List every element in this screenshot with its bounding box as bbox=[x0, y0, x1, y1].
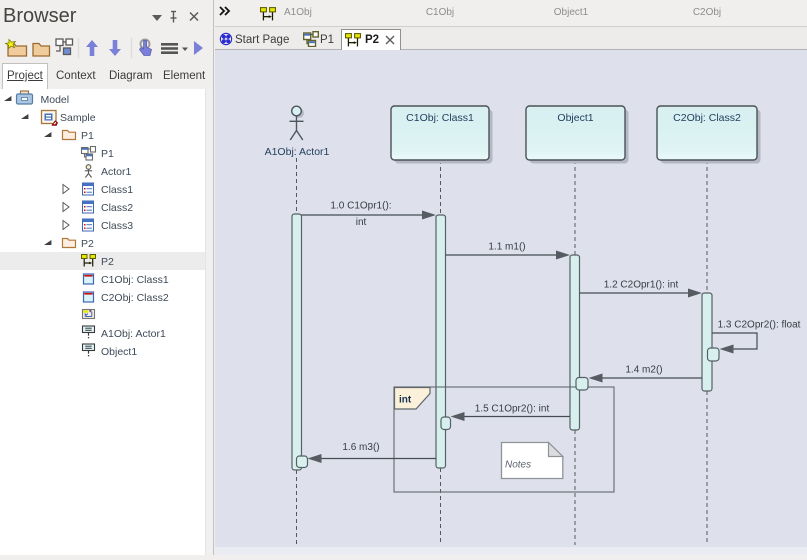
svg-text:1.5 C1Opr2(): int: 1.5 C1Opr2(): int bbox=[475, 404, 550, 415]
svg-text:Class3: Class3 bbox=[101, 220, 133, 232]
svg-text:A1Obj: Actor1: A1Obj: Actor1 bbox=[265, 146, 330, 158]
svg-text:P1: P1 bbox=[101, 148, 114, 160]
svg-text:1.4 m2(): 1.4 m2() bbox=[625, 365, 662, 376]
svg-text:1.1 m1(): 1.1 m1() bbox=[488, 242, 525, 253]
svg-text:1.6 m3(): 1.6 m3() bbox=[342, 442, 379, 453]
svg-text:C2Obj: Class2: C2Obj: Class2 bbox=[101, 292, 169, 304]
svg-text:Sample: Sample bbox=[60, 112, 96, 124]
svg-text:C1Obj: Class1: C1Obj: Class1 bbox=[101, 274, 169, 286]
svg-text:int: int bbox=[399, 395, 412, 406]
svg-text:Model: Model bbox=[41, 94, 70, 106]
svg-text:A1Obj: Actor1: A1Obj: Actor1 bbox=[101, 328, 166, 340]
svg-text:Notes: Notes bbox=[505, 460, 531, 471]
svg-text:P2: P2 bbox=[81, 238, 94, 250]
svg-text:Class1: Class1 bbox=[101, 184, 133, 196]
svg-text:Actor1: Actor1 bbox=[101, 166, 132, 178]
svg-text:1.3 C2Opr2(): float: 1.3 C2Opr2(): float bbox=[718, 320, 801, 331]
svg-text:Object1: Object1 bbox=[557, 112, 593, 124]
svg-text:Class2: Class2 bbox=[101, 202, 133, 214]
svg-text:C1Obj: Class1: C1Obj: Class1 bbox=[406, 112, 474, 124]
svg-text:1.2 C2Opr1(): int: 1.2 C2Opr1(): int bbox=[604, 280, 679, 291]
svg-text:Object1: Object1 bbox=[101, 346, 137, 358]
svg-text:P2: P2 bbox=[101, 256, 114, 268]
svg-text:C2Obj: Class2: C2Obj: Class2 bbox=[673, 112, 741, 124]
svg-text:1.0 C1Opr1():: 1.0 C1Opr1(): bbox=[330, 201, 391, 212]
svg-text:int: int bbox=[356, 217, 367, 228]
svg-text:P1: P1 bbox=[81, 130, 94, 142]
